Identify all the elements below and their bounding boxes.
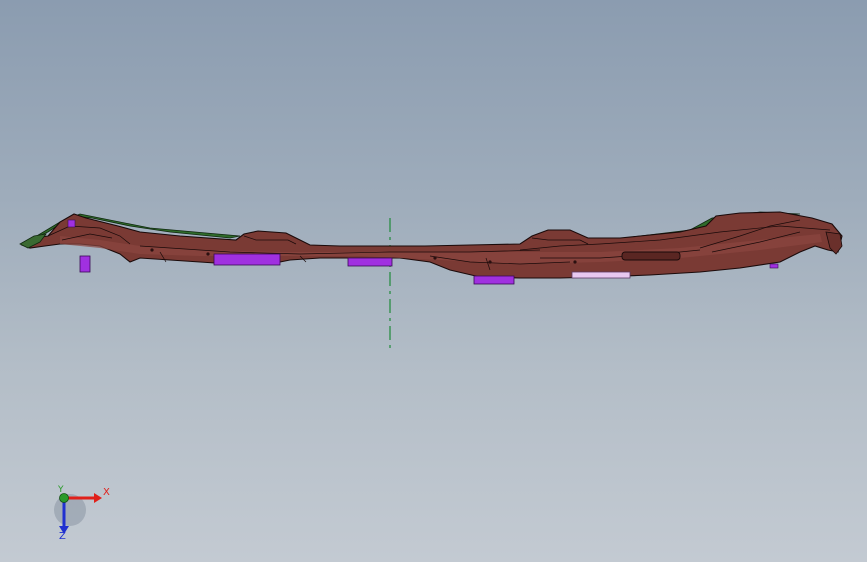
right-end-flange — [825, 231, 843, 255]
bumper-part[interactable] — [19, 211, 843, 279]
clip-left-dot — [67, 219, 76, 228]
vent-slot — [621, 251, 681, 261]
graphics-viewport[interactable]: X Y Z — [0, 0, 867, 562]
x-axis-arrow — [94, 493, 102, 503]
y-axis-label: Y — [58, 485, 64, 495]
x-axis-label: X — [103, 487, 110, 498]
clip-small-right — [769, 263, 779, 269]
clip-bar-light — [571, 271, 631, 279]
model-view[interactable] — [0, 0, 867, 562]
clip-bar-2 — [347, 257, 393, 267]
z-axis-label: Z — [59, 531, 66, 542]
clip-bar-1 — [213, 253, 281, 266]
clip-block-3 — [473, 275, 515, 285]
clip-left-peg — [79, 255, 91, 273]
